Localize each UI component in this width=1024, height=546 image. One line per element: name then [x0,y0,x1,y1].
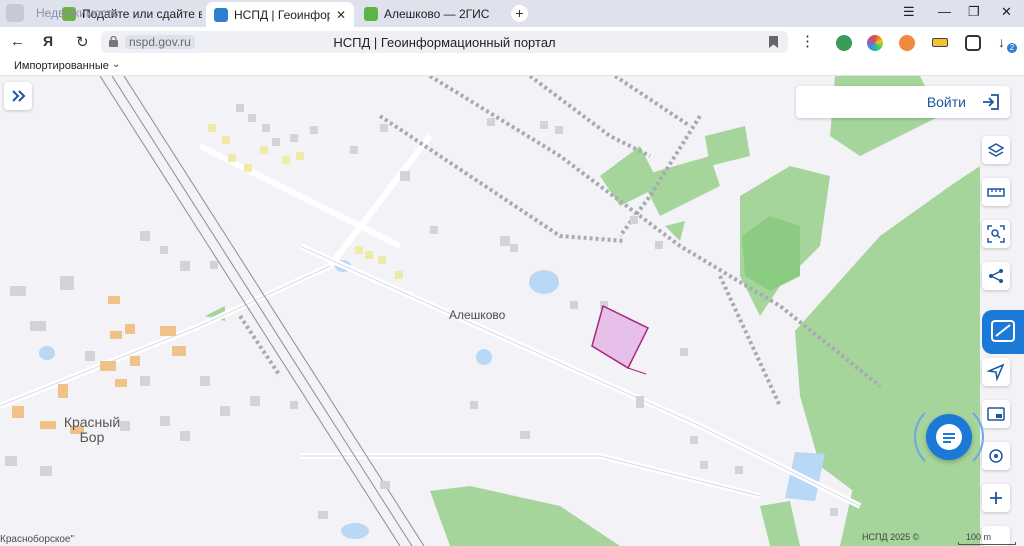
village-label: Алешково [449,308,506,322]
tab-2gis[interactable]: Алешково — 2ГИС [364,3,504,25]
chevron-down-icon[interactable]: ⌄ [112,59,120,70]
ruler-icon [987,188,1005,197]
scale-label: 100 m [966,532,992,542]
layers-icon [987,143,1005,157]
bottom-label: Красноборское" [0,534,75,545]
downloads-icon[interactable]: ↓ [998,34,1005,50]
select-area-icon [987,225,1005,243]
extensions-icon[interactable] [965,35,981,51]
extension-colors-icon[interactable] [867,35,883,51]
select-area-button[interactable] [982,220,1010,248]
navigation-bar: ← Я ↻ НСПД | Геоинформационный портал ns… [0,27,1024,57]
restore-icon[interactable]: ❐ [968,4,980,20]
locate-button[interactable] [982,358,1010,386]
profile-button[interactable] [6,4,24,22]
assistant-badge[interactable] [982,310,1024,354]
page-title: НСПД | Геоинформационный портал [333,35,556,50]
tab-favicon-icon [364,7,378,21]
yandex-icon[interactable]: Я [43,33,53,49]
bookmarks-bar: Импортированные ⌄ [0,57,1024,76]
login-icon [983,94,999,110]
bookmark-icon[interactable] [769,36,778,48]
url-text: nspd.gov.ru [125,35,195,49]
ruler-button[interactable] [982,178,1010,206]
minimap-button[interactable] [982,400,1010,428]
extension-shield-icon[interactable] [836,35,852,51]
tab-label: НСПД | Геоинформацио [234,7,330,22]
layers-button[interactable] [982,136,1010,164]
zoom-in-button[interactable] [982,484,1010,512]
geolocation-icon [989,449,1003,463]
share-icon [989,269,1003,283]
back-icon[interactable]: ← [10,33,25,50]
town-label: Красный Бор [56,415,128,445]
copyright-text: НСПД 2025 © [862,532,920,542]
minimap-icon [987,407,1005,421]
reload-icon[interactable]: ↻ [76,33,89,51]
tab-favicon-icon [214,7,228,22]
chat-icon [936,424,962,450]
downloads-count: 2 [1007,43,1017,53]
bookmark-folder-imported[interactable]: Импортированные [14,60,109,72]
expand-panel-button[interactable] [4,82,32,110]
overlay-text: Недвижимость [36,6,119,20]
address-bar[interactable]: НСПД | Геоинформационный портал nspd.gov… [101,31,788,53]
locate-icon [987,363,1005,381]
battery-icon[interactable] [932,38,948,47]
zoom-in-icon [990,492,1002,504]
scale-bar [958,542,1016,545]
tab-strip: Подайте или сдайте в а НСПД | Геоинформа… [0,0,1024,27]
menu-icon[interactable]: ☰ [903,4,915,20]
geolocation-button[interactable] [982,442,1010,470]
tab-nspd[interactable]: НСПД | Геоинформацио ✕ [206,2,354,27]
tab-close-icon[interactable]: ✕ [336,8,346,22]
double-chevron-right-icon [12,90,26,102]
login-label: Войти [926,94,966,110]
map-base-layer [0,76,980,546]
town-label-line-2: Бор [79,429,105,445]
extension-r-icon[interactable] [899,35,915,51]
town-label-line-1: Красный [63,414,121,430]
share-button[interactable] [982,262,1010,290]
map-canvas[interactable]: Алешково Красный Бор Красноборское" Войт… [0,76,1024,546]
tab-label: Алешково — 2ГИС [384,7,490,21]
more-icon[interactable]: ⋮ [800,32,815,50]
minimize-icon[interactable]: — [938,4,951,19]
assistant-icon [991,320,1015,342]
chat-button[interactable] [926,414,972,460]
close-window-icon[interactable]: ✕ [1001,4,1012,20]
new-tab-button[interactable]: + [511,5,528,22]
login-button[interactable]: Войти [796,86,1010,118]
